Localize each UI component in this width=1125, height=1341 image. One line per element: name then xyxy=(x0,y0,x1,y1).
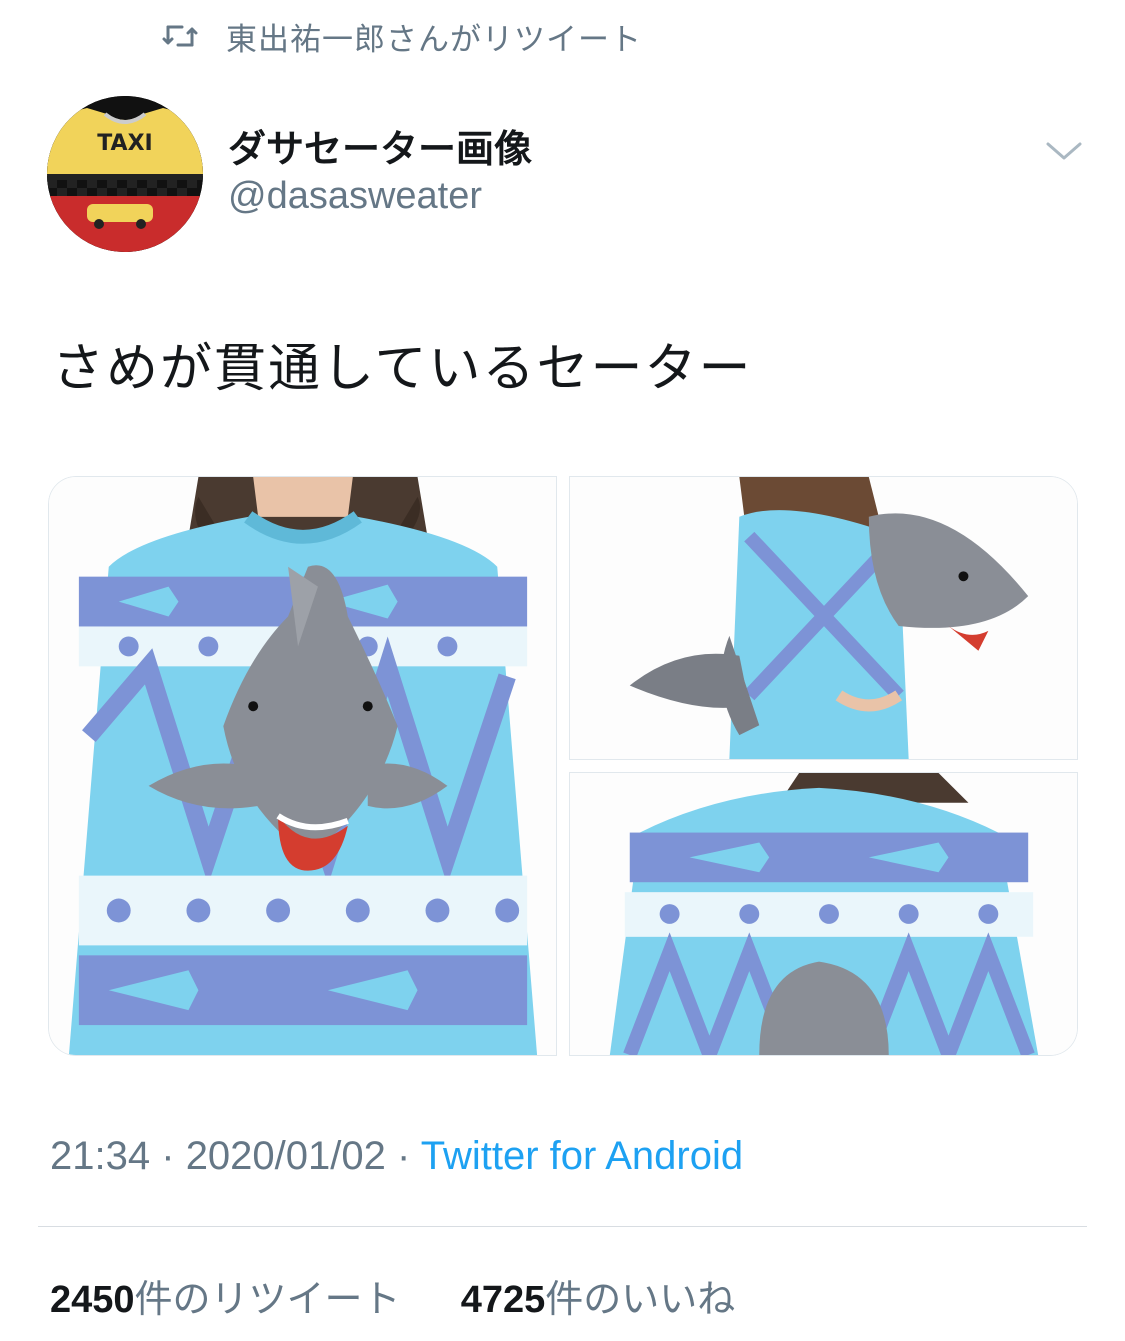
tweet-stats: 2450件のリツイート 4725件のいいね xyxy=(50,1268,735,1323)
meta-separator: · xyxy=(397,1134,411,1178)
photo-sweater-front[interactable] xyxy=(48,476,557,1056)
divider xyxy=(38,1226,1087,1227)
chevron-down-icon[interactable] xyxy=(1042,136,1086,166)
tweet-text: さめが貫通しているセーター xyxy=(52,339,753,399)
avatar-logo-text: TAXI xyxy=(97,131,152,156)
retweets-label: 件のリツイート xyxy=(134,1277,401,1321)
retweets-count: 2450 xyxy=(50,1279,135,1321)
likes-count: 4725 xyxy=(460,1279,546,1321)
tweet-time: 21:34 xyxy=(50,1134,151,1178)
retweet-header: 東出祐一郎さんがリツイート xyxy=(160,14,642,58)
tweet-source-link[interactable]: Twitter for Android xyxy=(421,1134,743,1178)
media-grid xyxy=(48,476,1078,1056)
likes-label: 件のいいね xyxy=(545,1277,736,1321)
photo-sweater-back[interactable] xyxy=(569,772,1078,1056)
meta-separator: · xyxy=(161,1134,175,1178)
display-name[interactable]: ダサセーター画像 xyxy=(228,118,532,173)
photo-sweater-side[interactable] xyxy=(569,476,1078,760)
retweet-icon xyxy=(160,21,200,51)
retweets-stat[interactable]: 2450件のリツイート xyxy=(50,1277,413,1321)
tweet-meta: 21:34 · 2020/01/02 · Twitter for Android xyxy=(50,1134,743,1179)
avatar[interactable]: TAXI xyxy=(47,96,203,252)
retweet-header-text[interactable]: 東出祐一郎さんがリツイート xyxy=(226,14,642,59)
tweet-date: 2020/01/02 xyxy=(185,1134,386,1178)
user-handle[interactable]: @dasasweater xyxy=(228,175,482,218)
likes-stat[interactable]: 4725件のいいね xyxy=(461,1277,736,1321)
